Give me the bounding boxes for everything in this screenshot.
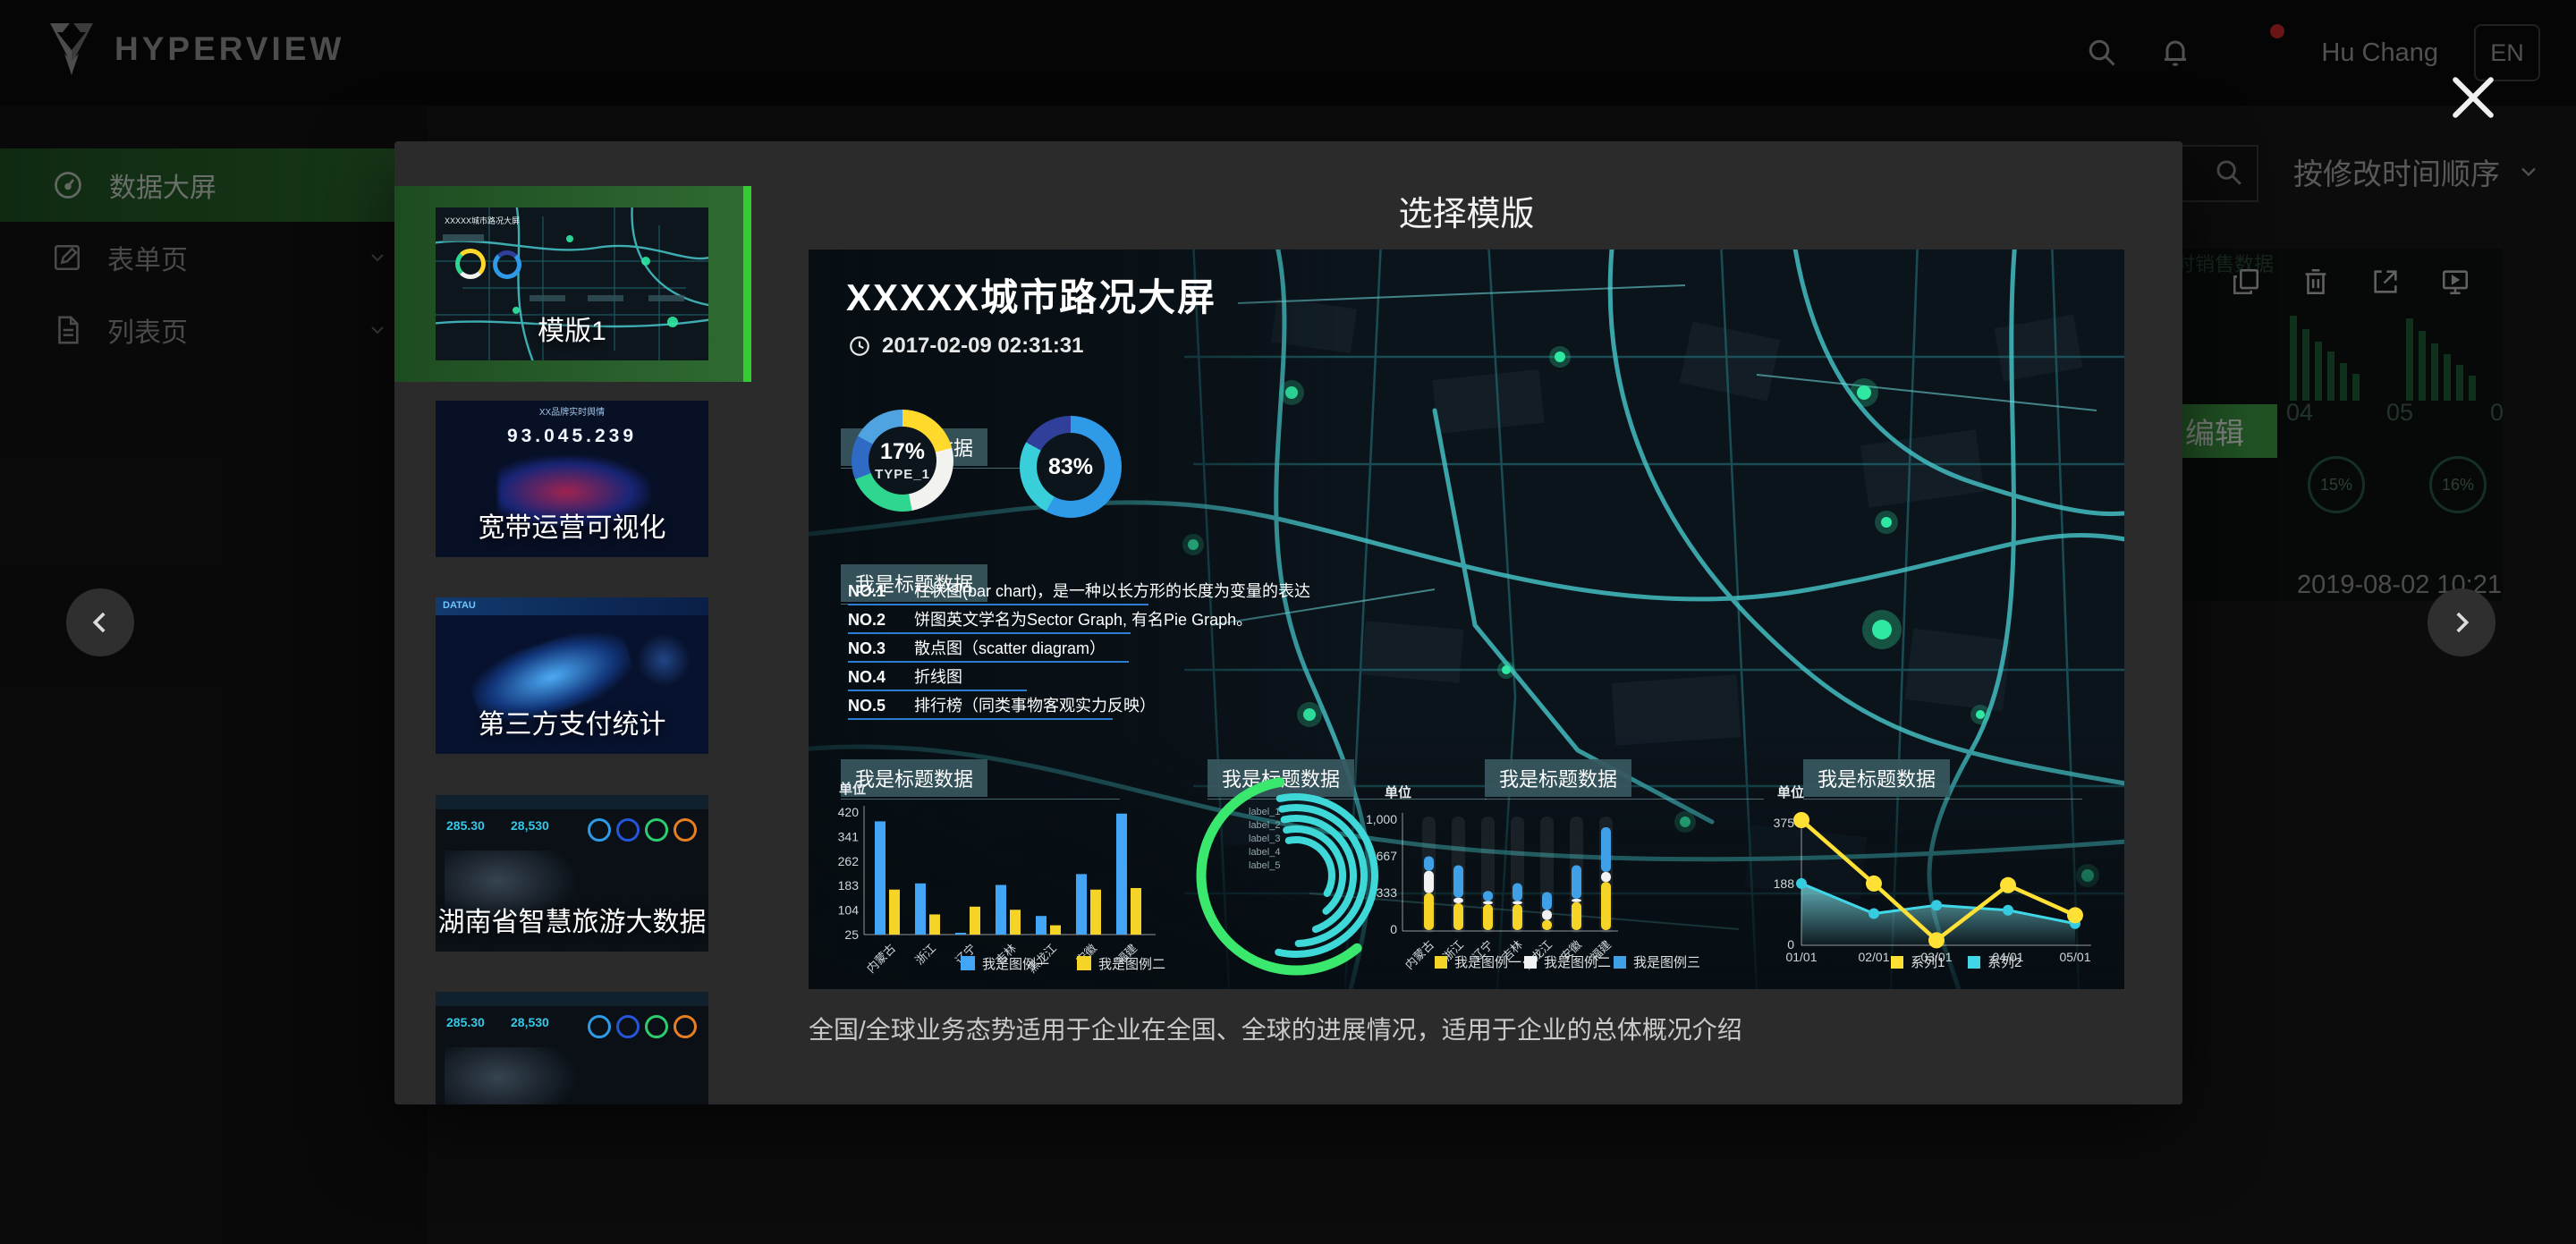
section-header: 我是标题数据 <box>841 759 987 797</box>
thumb-stat: 28,530 <box>511 1015 549 1029</box>
thumb-headline: XX品牌实时舆情 <box>436 404 708 418</box>
thumb-donut <box>588 1015 611 1038</box>
thumb-stat: 285.30 <box>446 1015 485 1029</box>
clock-icon <box>848 334 871 358</box>
thumb-header-bar <box>436 597 708 615</box>
thumb-logo: DATAU <box>443 600 476 611</box>
ranking-item: NO.5排行榜（同类事物客观实力反映） <box>848 693 1156 716</box>
chevron-left-icon <box>85 607 115 638</box>
ranking-item: NO.1柱状图(bar chart)，是一种以长方形的长度为变量的表达 <box>848 579 1310 602</box>
thumb-donut <box>616 1015 640 1038</box>
template-thumbnail-1[interactable]: XXXXX城市路况大屏 模版1 <box>436 207 708 360</box>
ranking-item: NO.3散点图（scatter diagram） <box>848 636 1106 659</box>
template-thumbnail-5[interactable]: 285.30 28,530 <box>436 992 708 1104</box>
template-name: 湖南省智慧旅游大数据 <box>436 900 708 939</box>
thumb-stat: 28,530 <box>511 818 549 833</box>
thumb-donut <box>493 250 521 279</box>
select-template-modal: 选择模版 XXXXX城市路况大屏 模 <box>394 141 2182 1104</box>
template-thumbnail-2[interactable]: XX品牌实时舆情 93.045.239 宽带运营可视化 <box>436 401 708 557</box>
thumb-big-number: 93.045.239 <box>436 426 708 447</box>
ranking-item: NO.2饼图英文学名为Sector Graph, 有名Pie Graph。 <box>848 607 1252 630</box>
thumb-donut <box>455 249 486 279</box>
preview-datetime: 2017-02-09 02:31:31 <box>848 334 1084 359</box>
chevron-right-icon <box>2446 607 2477 638</box>
thumb-donut <box>645 818 668 842</box>
template-thumbnail-4[interactable]: 285.30 28,530 湖南省智慧旅游大数据 <box>436 795 708 952</box>
thumb-stat: 285.30 <box>446 818 485 833</box>
selected-indicator-bar <box>743 186 751 382</box>
thumbnail-title: XXXXX城市路况大屏 <box>445 215 520 226</box>
thumb-header-bar <box>436 992 708 1006</box>
ranking-item: NO.4折线图 <box>848 664 962 688</box>
section-header: 我是标题数据 <box>1485 759 1631 797</box>
section-header: 我是标题数据 <box>1803 759 1950 797</box>
thumb-worldmap <box>445 1047 579 1104</box>
preview-dashboard-title: XXXXX城市路况大屏 <box>846 267 1216 322</box>
template-name: 第三方支付统计 <box>436 702 708 741</box>
next-page-button[interactable] <box>2428 588 2496 656</box>
template-description: 全国/全球业务态势适用于企业在全国、全球的进展情况，适用于企业的总体概况介绍 <box>809 1011 1742 1046</box>
thumb-chart-glow <box>637 633 691 687</box>
donut-chart-percent: 83% <box>1020 416 1122 518</box>
template-preview-image: XXXXX城市路况大屏 2017-02-09 02:31:31 我是标题数据 我… <box>809 250 2124 989</box>
template-name: 模版1 <box>436 309 708 348</box>
section-header: 我是标题数据 <box>1208 759 1354 797</box>
thumb-donut <box>645 1015 668 1038</box>
thumb-donut <box>674 818 697 842</box>
previous-page-button[interactable] <box>66 588 134 656</box>
template-thumbnail-3[interactable]: DATAU 第三方支付统计 <box>436 597 708 754</box>
thumb-donut <box>674 1015 697 1038</box>
thumb-donut <box>588 818 611 842</box>
donut-chart-type1: 17% TYPE_1 <box>852 410 953 512</box>
thumb-donut <box>616 818 640 842</box>
close-icon[interactable] <box>2447 72 2499 123</box>
thumb-header-bar <box>436 795 708 809</box>
template-name: 宽带运营可视化 <box>436 505 708 545</box>
modal-title: 选择模版 <box>809 186 2124 235</box>
